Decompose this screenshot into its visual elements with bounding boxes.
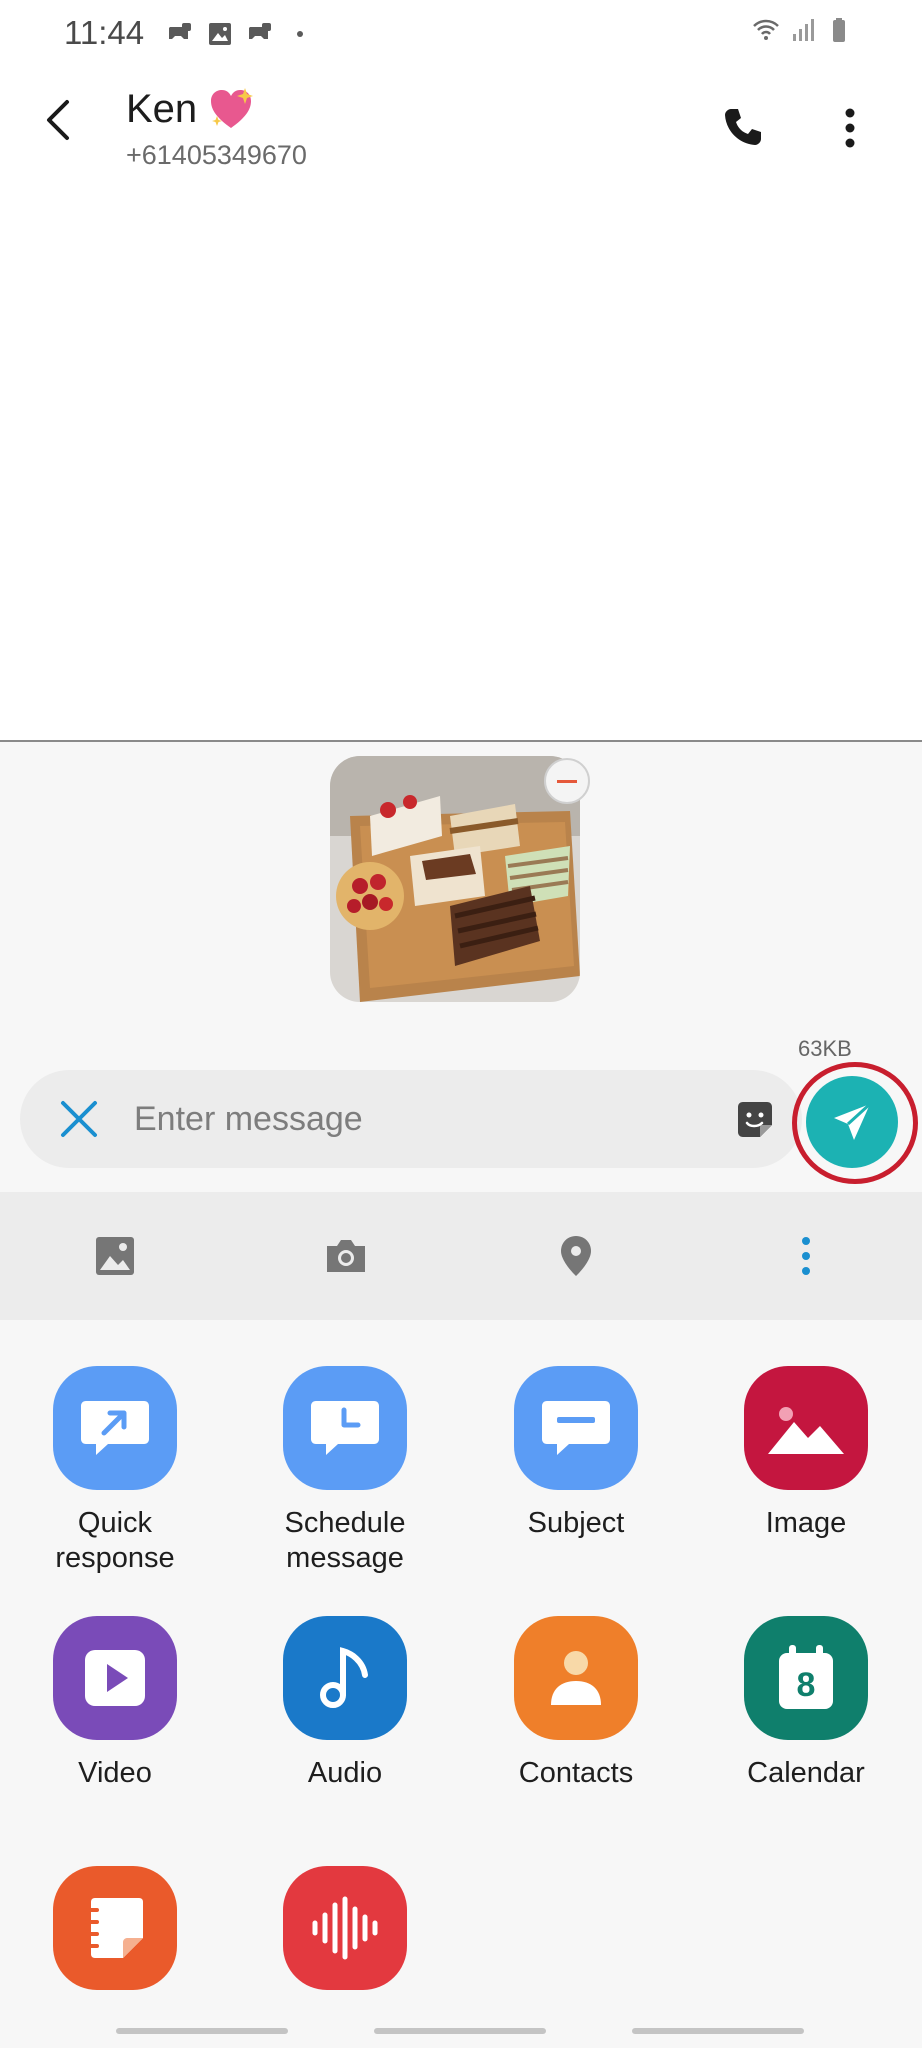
option-label: Audio: [307, 1757, 383, 1789]
minus-icon: [557, 779, 577, 783]
option-schedule-message[interactable]: Schedule message: [245, 1366, 445, 1576]
back-arrow-icon: [47, 100, 69, 140]
calendar-day: 8: [797, 1666, 816, 1704]
nav-home-hint[interactable]: [374, 2028, 546, 2034]
option-label: Contacts: [518, 1757, 634, 1789]
option-label: Quick response: [55, 1507, 175, 1574]
status-bar: 11:44: [0, 0, 922, 66]
sticker-button[interactable]: [730, 1096, 780, 1144]
option-audio[interactable]: Audio: [245, 1616, 445, 1791]
option-contacts[interactable]: Contacts: [476, 1616, 676, 1791]
message-input[interactable]: [134, 1088, 694, 1150]
contact-phone-number: +61405349670: [126, 140, 307, 170]
option-quick-response[interactable]: Quick response: [15, 1366, 215, 1576]
attachment-size: 63KB: [798, 1036, 852, 1061]
attachment-options-panel: Quick response Schedule message Subject …: [0, 1320, 922, 2048]
option-video[interactable]: Video: [15, 1616, 215, 1791]
remove-attachment-button[interactable]: [544, 758, 590, 804]
sticker-icon: [738, 1102, 772, 1137]
call-button[interactable]: [716, 100, 770, 154]
send-icon: [834, 1102, 872, 1140]
cake-photo: [330, 756, 580, 1002]
attachment-toolbar: [0, 1192, 922, 1320]
gallery-icon: [96, 1237, 134, 1275]
gallery-button[interactable]: [87, 1228, 143, 1284]
phone-icon: [725, 109, 761, 145]
message-list: [0, 176, 922, 742]
option-label: Calendar: [747, 1757, 865, 1789]
calendar-icon: 8: [744, 1616, 868, 1740]
wifi-icon: [753, 19, 779, 40]
contacts-icon: [514, 1616, 638, 1740]
option-calendar[interactable]: 8 Calendar: [706, 1616, 906, 1791]
location-pin-icon: [561, 1236, 591, 1276]
option-image[interactable]: Image: [706, 1366, 906, 1541]
send-button[interactable]: [806, 1076, 898, 1168]
schedule-message-icon: [283, 1366, 407, 1490]
conversation-header: Ken +61405349670: [0, 66, 922, 176]
image-icon: [744, 1366, 868, 1490]
game-icon: [249, 23, 271, 39]
gallery-icon: [209, 23, 231, 45]
back-button[interactable]: [30, 92, 86, 148]
signal-icon: [793, 19, 814, 41]
close-icon: [61, 1101, 97, 1137]
subject-icon: [514, 1366, 638, 1490]
camera-button[interactable]: [318, 1228, 374, 1284]
attached-image[interactable]: [330, 756, 580, 1002]
message-composer: [20, 1070, 802, 1168]
cancel-button[interactable]: [54, 1094, 104, 1144]
nav-recents-hint[interactable]: [116, 2028, 288, 2034]
game-icon: [169, 23, 191, 39]
dot-icon: [297, 31, 303, 37]
option-label: Subject: [527, 1507, 625, 1539]
battery-icon: [833, 18, 845, 42]
option-label: Video: [78, 1757, 152, 1789]
notification-icons: [166, 20, 314, 48]
audio-icon: [283, 1616, 407, 1740]
contact-name-text: Ken: [126, 86, 198, 131]
location-button[interactable]: [548, 1228, 604, 1284]
contact-name[interactable]: Ken: [126, 86, 255, 132]
video-icon: [53, 1616, 177, 1740]
voice-recorder-icon: [283, 1866, 407, 1990]
option-voice-recorder[interactable]: [245, 1866, 445, 2006]
more-options-button[interactable]: [820, 100, 880, 156]
status-time: 11:44: [64, 14, 145, 51]
sparkling-heart-icon: [211, 88, 254, 128]
more-vertical-icon: [802, 1237, 810, 1275]
camera-icon: [327, 1240, 365, 1272]
option-label: Image: [765, 1507, 847, 1539]
nav-back-hint[interactable]: [632, 2028, 804, 2034]
more-attachments-button[interactable]: [778, 1228, 834, 1284]
option-subject[interactable]: Subject: [476, 1366, 676, 1541]
system-icons: [752, 16, 856, 44]
more-vertical-icon: [845, 108, 855, 148]
option-label: Schedule message: [284, 1507, 406, 1574]
option-memo[interactable]: [15, 1866, 215, 2006]
memo-icon: [53, 1866, 177, 1990]
quick-response-icon: [53, 1366, 177, 1490]
